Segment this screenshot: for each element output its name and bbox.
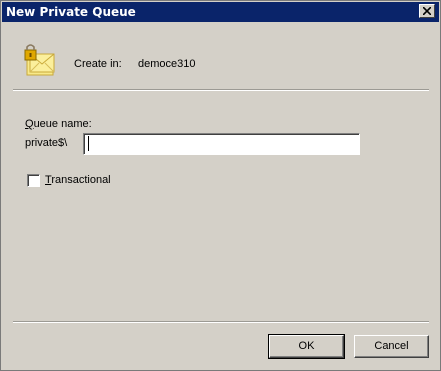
queue-name-accelerator: Q — [25, 118, 34, 130]
queue-name-label-text: ueue name: — [33, 118, 92, 130]
create-in-computer-name: democe310 — [138, 58, 196, 70]
queue-name-input[interactable] — [83, 133, 360, 155]
close-button[interactable] — [419, 4, 435, 18]
transactional-checkbox[interactable] — [27, 174, 40, 187]
close-icon — [423, 7, 431, 15]
cancel-button-label: Cancel — [374, 340, 409, 352]
create-in-label: Create in: — [74, 58, 122, 70]
queue-name-label: Queue name: — [25, 118, 92, 130]
dialog-title: New Private Queue — [6, 5, 136, 19]
title-bar[interactable]: New Private Queue — [2, 2, 439, 22]
separator-bottom — [13, 321, 429, 323]
new-private-queue-dialog: New Private Queue Create in: democe310 Q… — [0, 0, 441, 371]
transactional-label[interactable]: Transactional — [45, 174, 111, 186]
text-caret — [88, 136, 89, 151]
ok-button[interactable]: OK — [268, 334, 345, 359]
ok-button-label: OK — [298, 340, 315, 352]
separator-top — [13, 89, 429, 91]
locked-envelope-icon — [24, 44, 55, 76]
queue-prefix-label: private$\ — [25, 137, 68, 149]
cancel-button[interactable]: Cancel — [354, 335, 429, 358]
transactional-label-text: ransactional — [51, 174, 111, 186]
